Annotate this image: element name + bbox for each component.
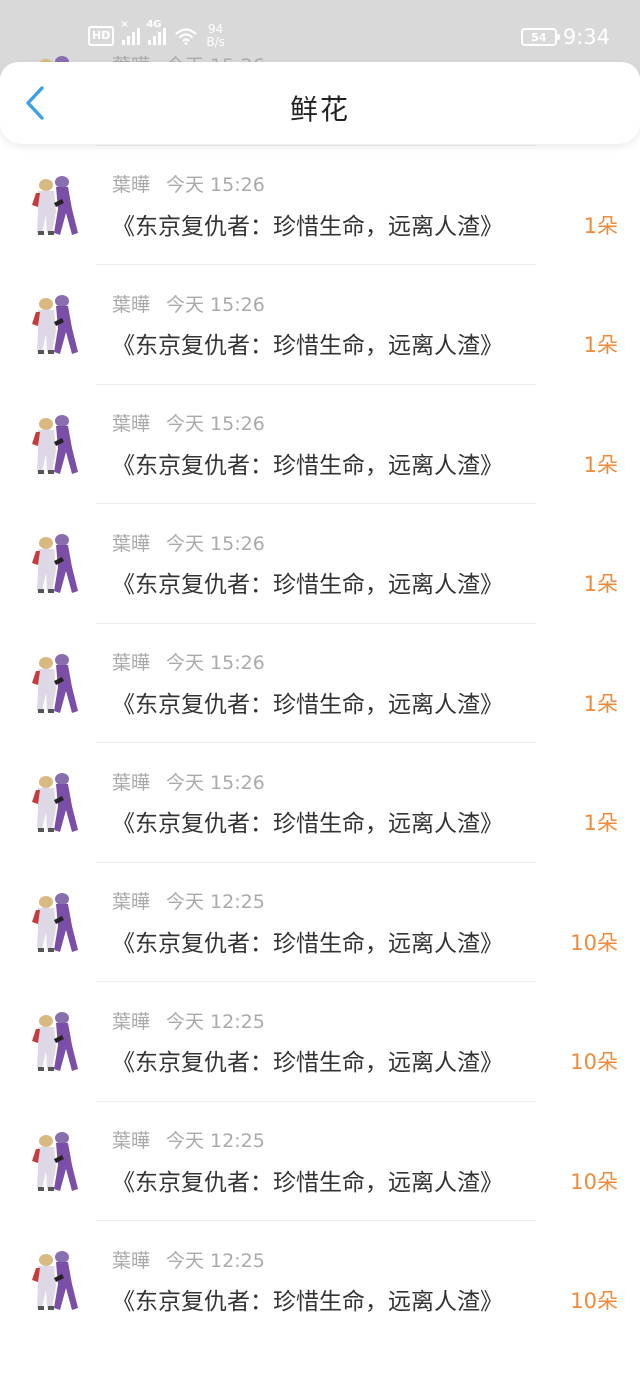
avatar[interactable] [26,292,86,356]
book-title[interactable]: 《东京复仇者：珍惜生命，远离人渣》 [112,1282,503,1316]
timestamp: 今天 15:26 [166,652,265,674]
list-item[interactable]: 葉曄 今天 12:25 《东京复仇者：珍惜生命，远离人渣》 10朵 [0,1102,640,1222]
record-meta: 葉曄 今天 15:26 [112,171,265,197]
flower-amount: 1朵 [583,452,618,477]
flower-amount: 10朵 [570,1169,618,1194]
timestamp: 今天 15:26 [166,293,265,316]
record-meta: 葉曄 今天 15:26 [112,768,265,794]
list-item[interactable]: 葉曄 今天 12:25 《东京复仇者：珍惜生命，远离人渣》 10朵 [0,982,640,1102]
flower-amount: 1朵 [583,691,618,716]
avatar[interactable] [26,1129,86,1193]
list-item[interactable]: 葉曄 今天 15:26 《东京复仇者：珍惜生命，远离人渣》 1朵 [0,624,640,744]
book-title[interactable]: 《东京复仇者：珍惜生命，远离人渣》 [112,1163,503,1197]
username[interactable]: 葉曄 [112,648,150,675]
book-title[interactable]: 《东京复仇者：珍惜生命，远离人渣》 [112,207,503,241]
record-meta: 葉曄 今天 15:26 [112,290,265,316]
flower-amount: 10朵 [570,930,618,955]
record-meta: 葉曄 今天 12:25 [112,1127,265,1153]
record-meta: 葉曄 今天 15:26 [112,529,265,555]
book-title[interactable]: 《东京复仇者：珍惜生命，远离人渣》 [112,924,503,958]
avatar[interactable] [26,651,86,715]
record-meta: 葉曄 今天 15:26 [112,649,265,675]
username[interactable]: 葉曄 [112,887,150,914]
flower-amount: 1朵 [583,213,618,238]
list-item[interactable]: 葉曄 今天 15:26 《东京复仇者：珍惜生命，远离人渣》 1朵 [0,265,640,385]
username[interactable]: 葉曄 [112,290,150,317]
timestamp: 今天 15:26 [166,532,265,555]
timestamp: 今天 15:26 [166,413,265,435]
avatar[interactable] [26,890,86,954]
username[interactable]: 葉曄 [112,1126,150,1153]
timestamp: 今天 12:25 [166,891,265,913]
username[interactable]: 葉曄 [112,1007,150,1034]
username[interactable]: 葉曄 [112,529,150,556]
book-title[interactable]: 《东京复仇者：珍惜生命，远离人渣》 [112,446,503,480]
flower-amount: 1朵 [583,572,618,596]
book-title[interactable]: 《东京复仇者：珍惜生命，远离人渣》 [112,326,503,360]
username[interactable]: 葉曄 [112,1246,150,1273]
timestamp: 今天 12:25 [166,1249,265,1272]
flower-amount: 10朵 [570,1289,618,1313]
timestamp: 今天 12:25 [166,1130,265,1152]
record-meta: 葉曄 今天 12:25 [112,1007,265,1033]
nav-header: 鲜花 [0,62,640,144]
book-title[interactable]: 《东京复仇者：珍惜生命，远离人渣》 [112,1043,503,1077]
username[interactable]: 葉曄 [112,170,150,197]
list-item[interactable]: 葉曄 今天 15:26 《东京复仇者：珍惜生命，远离人渣》 1朵 [0,146,640,266]
flower-record-list: 葉曄 今天 15:26 《东京复仇者：珍惜生命，远离人渣》 1朵 葉曄 今天 1… [0,26,640,1341]
record-meta: 葉曄 今天 12:25 [112,1246,265,1272]
avatar[interactable] [26,1009,86,1073]
flower-amount: 10朵 [570,1050,618,1074]
book-title[interactable]: 《东京复仇者：珍惜生命，远离人渣》 [112,565,503,599]
avatar[interactable] [26,531,86,595]
flower-amount: 1朵 [583,811,618,835]
timestamp: 今天 15:26 [166,771,265,794]
avatar[interactable] [26,412,86,476]
avatar[interactable] [26,173,86,237]
avatar[interactable] [26,770,86,834]
page-title: 鲜花 [289,93,350,126]
book-title[interactable]: 《东京复仇者：珍惜生命，远离人渣》 [112,685,503,719]
flower-amount: 1朵 [583,333,618,357]
timestamp: 今天 15:26 [166,174,265,196]
list-item[interactable]: 葉曄 今天 12:25 《东京复仇者：珍惜生命，远离人渣》 10朵 [0,1221,640,1341]
record-meta: 葉曄 今天 15:26 [112,410,265,436]
username[interactable]: 葉曄 [112,409,150,436]
book-title[interactable]: 《东京复仇者：珍惜生命，远离人渣》 [112,804,503,838]
list-item[interactable]: 葉曄 今天 15:26 《东京复仇者：珍惜生命，远离人渣》 1朵 [0,385,640,505]
list-item[interactable]: 葉曄 今天 15:26 《东京复仇者：珍惜生命，远离人渣》 1朵 [0,504,640,624]
avatar[interactable] [26,1248,86,1312]
timestamp: 今天 12:25 [166,1010,265,1033]
list-item[interactable]: 葉曄 今天 15:26 《东京复仇者：珍惜生命，远离人渣》 1朵 [0,743,640,863]
list-item[interactable]: 葉曄 今天 12:25 《东京复仇者：珍惜生命，远离人渣》 10朵 [0,863,640,983]
record-meta: 葉曄 今天 12:25 [112,888,265,914]
username[interactable]: 葉曄 [112,768,150,795]
